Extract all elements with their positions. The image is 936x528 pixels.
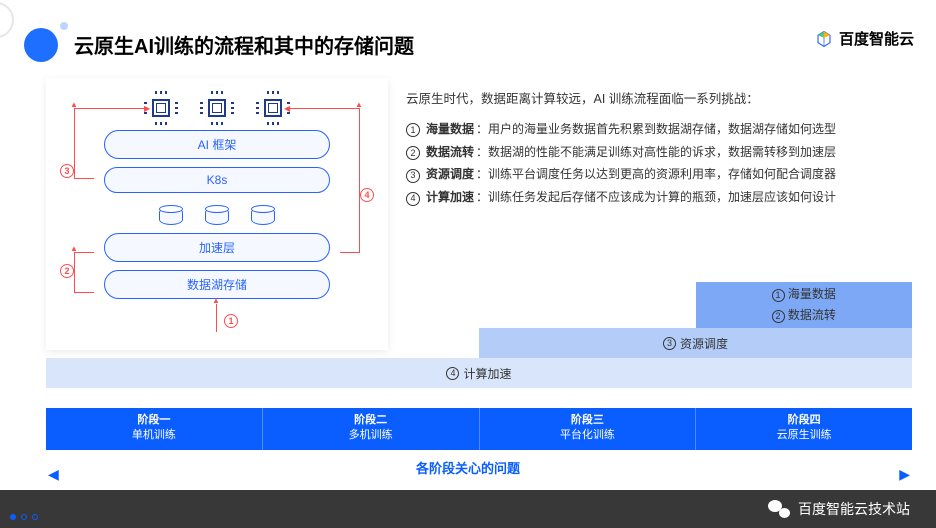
arrow-4-line-t [288, 108, 360, 109]
arrow-4-line-v [359, 108, 360, 252]
arrow-4-label: 4 [360, 188, 374, 202]
arrow-2-line-top [74, 252, 94, 253]
db-icon [159, 207, 183, 225]
brand-text: 百度智能云 [839, 28, 914, 49]
stage-4: 阶段四云原生训练 [696, 408, 912, 450]
pager-dot[interactable] [10, 514, 16, 520]
challenges-list: 云原生时代，数据距离计算较远，AI 训练流程面临一系列挑战： 1海量数据：用户的… [406, 88, 914, 209]
layer-ai-framework: AI 框架 [104, 130, 330, 159]
wechat-icon [768, 500, 790, 518]
arrow-4-head: ▶ [284, 104, 290, 113]
stages-bar: 阶段一单机训练 阶段二多机训练 阶段三平台化训练 阶段四云原生训练 [46, 408, 912, 450]
footer-text: 百度智能云技术站 [798, 499, 910, 519]
axis-label: 各阶段关心的问题 [0, 458, 936, 477]
pyramid-row-1: 1 海量数据 2 数据流转 [46, 282, 912, 328]
pyramid-chart: 1 海量数据 2 数据流转 3资源调度 4计算加速 [46, 282, 912, 406]
chip-icon [259, 94, 287, 122]
chip-icon [147, 94, 175, 122]
arrow-2-label: 2 [60, 264, 74, 278]
cloud-hex-icon [815, 30, 833, 48]
bullet-dot [24, 28, 58, 62]
pyramid-row-2: 3资源调度 [46, 328, 912, 358]
pager-dot[interactable] [21, 514, 27, 520]
pyramid-row-3: 4计算加速 [46, 358, 912, 388]
stage-1: 阶段一单机训练 [46, 408, 263, 450]
arrow-3-line-t [74, 108, 146, 109]
arrow-4-line-b [340, 252, 360, 253]
pyramid-cell-top: 1 海量数据 2 数据流转 [696, 282, 913, 328]
db-icon [251, 207, 275, 225]
arrow-3-label: 3 [60, 164, 74, 178]
footer-bar: 百度智能云技术站 [0, 490, 936, 528]
pyramid-cell-bottom: 4计算加速 [46, 358, 912, 388]
page-title: 云原生AI训练的流程和其中的存储问题 [74, 30, 414, 59]
brand-logo-block: 百度智能云 [815, 28, 914, 49]
pager-dots[interactable] [10, 514, 38, 520]
challenge-item: 2数据流转：数据湖的性能不能满足训练对高性能的诉求，数据需转移到加速层 [406, 141, 914, 164]
challenge-item: 4计算加速：训练任务发起后存储不应该成为计算的瓶颈，加速层应该如何设计 [406, 186, 914, 209]
challenge-item: 3资源调度：训练平台调度任务以达到更高的资源利用率，存储如何配合调度器 [406, 163, 914, 186]
cylinder-row [56, 207, 378, 225]
arrow-3-line-v [74, 108, 75, 178]
layer-k8s: K8s [104, 167, 330, 193]
challenge-item: 1海量数据：用户的海量业务数据首先积累到数据湖存储，数据湖存储如何选型 [406, 118, 914, 141]
pager-dot[interactable] [32, 514, 38, 520]
pyramid-cell-mid: 3资源调度 [479, 328, 912, 358]
db-icon [205, 207, 229, 225]
stage-2: 阶段二多机训练 [263, 408, 480, 450]
arrow-3-line-b [74, 178, 94, 179]
challenges-heading: 云原生时代，数据距离计算较远，AI 训练流程面临一系列挑战： [406, 88, 914, 112]
corner-deco [0, 2, 14, 38]
layer-accel: 加速层 [104, 233, 330, 262]
bullet-dot-small [60, 22, 68, 30]
chip-icon [203, 94, 231, 122]
arrow-3-head: ▶ [144, 104, 150, 113]
stage-3: 阶段三平台化训练 [480, 408, 697, 450]
